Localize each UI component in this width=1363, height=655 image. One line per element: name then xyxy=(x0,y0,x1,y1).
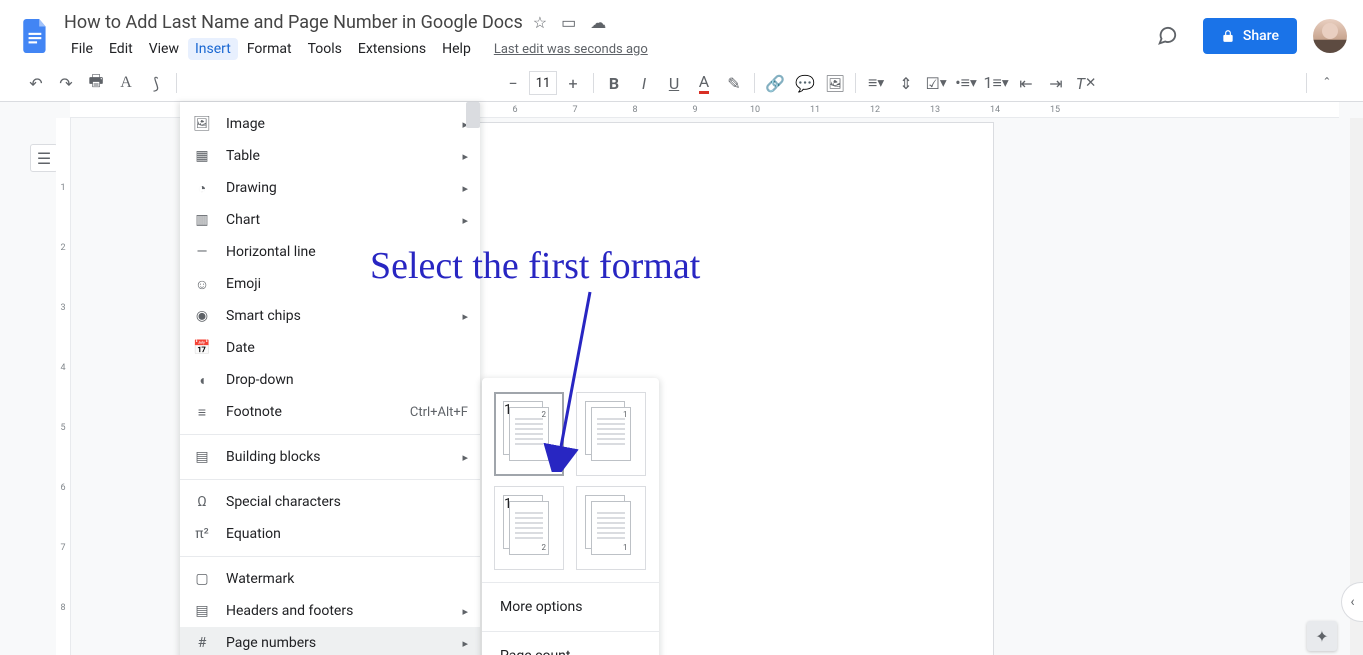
insert-horizontal-line[interactable]: —Horizontal line xyxy=(180,236,480,268)
star-icon[interactable]: ☆ xyxy=(533,13,547,32)
image-icon: 🖼 xyxy=(192,114,212,134)
docs-logo-icon[interactable] xyxy=(16,16,56,56)
insert-special-characters[interactable]: ΩSpecial characters xyxy=(180,486,480,518)
clear-format-button[interactable]: T✕ xyxy=(1072,69,1100,97)
font-size-input[interactable]: 11 xyxy=(529,71,557,95)
cloud-status-icon[interactable]: ☁ xyxy=(590,13,606,32)
spellcheck-button[interactable]: A xyxy=(112,69,140,97)
menu-help[interactable]: Help xyxy=(435,38,478,60)
menu-file[interactable]: File xyxy=(64,38,100,60)
move-icon[interactable]: ▭ xyxy=(561,13,576,32)
app-header: How to Add Last Name and Page Number in … xyxy=(0,0,1363,64)
insert-menu-dropdown: 🖼Image▸ ▦Table▸ ◔Drawing▸ ▥Chart▸ —Horiz… xyxy=(180,102,480,655)
insert-drawing[interactable]: ◔Drawing▸ xyxy=(180,172,480,204)
doc-title-input[interactable]: How to Add Last Name and Page Number in … xyxy=(64,12,523,33)
link-button[interactable]: 🔗 xyxy=(761,69,789,97)
page-numbers-submenu: 12 1 12 1 More options Page count xyxy=(482,378,659,655)
underline-button[interactable]: U xyxy=(660,69,688,97)
redo-button[interactable]: ↷ xyxy=(52,69,80,97)
menu-format[interactable]: Format xyxy=(240,38,299,60)
text-color-button[interactable]: A xyxy=(690,69,718,97)
insert-watermark[interactable]: ▢Watermark xyxy=(180,563,480,595)
avatar[interactable] xyxy=(1313,19,1347,53)
page-number-format-4[interactable]: 1 xyxy=(576,486,646,570)
menu-tools[interactable]: Tools xyxy=(301,38,349,60)
paint-format-button[interactable]: ⟆ xyxy=(142,69,170,97)
menu-edit[interactable]: Edit xyxy=(102,38,140,60)
font-size-plus[interactable]: + xyxy=(559,69,587,97)
header-right: Share xyxy=(1147,16,1347,56)
side-panel-toggle[interactable]: ‹ xyxy=(1341,582,1363,622)
highlight-button[interactable]: ✎ xyxy=(720,69,748,97)
numbered-list-button[interactable]: 1≡▾ xyxy=(982,69,1010,97)
insert-building-blocks[interactable]: ▤Building blocks▸ xyxy=(180,441,480,473)
outline-toggle-button[interactable]: ☰ xyxy=(30,144,58,172)
table-icon: ▦ xyxy=(192,146,212,166)
left-gutter: ☰ xyxy=(0,102,42,655)
italic-button[interactable]: I xyxy=(630,69,658,97)
insert-equation[interactable]: π²Equation xyxy=(180,518,480,550)
insert-page-numbers[interactable]: #Page numbers▸ xyxy=(180,627,480,655)
hr-icon: — xyxy=(192,242,212,262)
insert-headers-footers[interactable]: ▤Headers and footers▸ xyxy=(180,595,480,627)
insert-dropdown[interactable]: ◖Drop-down xyxy=(180,364,480,396)
insert-date[interactable]: 📅Date xyxy=(180,332,480,364)
page-numbers-more-options[interactable]: More options xyxy=(494,589,647,625)
menu-insert[interactable]: Insert xyxy=(188,38,238,60)
undo-button[interactable]: ↶ xyxy=(22,69,50,97)
menu-view[interactable]: View xyxy=(142,38,186,60)
print-button[interactable]: 🖶 xyxy=(82,69,110,97)
footnote-icon: ≡ xyxy=(192,402,212,422)
menu-extensions[interactable]: Extensions xyxy=(351,38,433,60)
menu-bar: File Edit View Insert Format Tools Exten… xyxy=(64,36,1147,62)
line-spacing-button[interactable]: ⇕ xyxy=(892,69,920,97)
bold-button[interactable]: B xyxy=(600,69,628,97)
emoji-icon: ☺ xyxy=(192,274,212,294)
drawing-icon: ◔ xyxy=(192,178,212,198)
checklist-button[interactable]: ☑▾ xyxy=(922,69,950,97)
image-button[interactable]: 🖼 xyxy=(821,69,849,97)
page-numbers-icon: # xyxy=(192,633,212,653)
insert-emoji[interactable]: ☺Emoji xyxy=(180,268,480,300)
bulleted-list-button[interactable]: •≡▾ xyxy=(952,69,980,97)
explore-button[interactable]: ✦ xyxy=(1307,621,1337,651)
smart-chips-icon: ◉ xyxy=(192,306,212,326)
page-number-format-2[interactable]: 1 xyxy=(576,392,646,476)
insert-image[interactable]: 🖼Image▸ xyxy=(180,108,480,140)
omega-icon: Ω xyxy=(192,492,212,512)
insert-smart-chips[interactable]: ◉Smart chips▸ xyxy=(180,300,480,332)
chart-icon: ▥ xyxy=(192,210,212,230)
indent-decrease-button[interactable]: ⇤ xyxy=(1012,69,1040,97)
insert-chart[interactable]: ▥Chart▸ xyxy=(180,204,480,236)
vertical-ruler[interactable]: 12345678 xyxy=(56,118,71,655)
headers-footers-icon: ▤ xyxy=(192,601,212,621)
equation-icon: π² xyxy=(192,524,212,544)
vertical-scrollbar[interactable] xyxy=(1350,118,1363,655)
comment-add-button[interactable]: 💬 xyxy=(791,69,819,97)
insert-table[interactable]: ▦Table▸ xyxy=(180,140,480,172)
page-numbers-page-count[interactable]: Page count xyxy=(494,638,647,655)
title-area: How to Add Last Name and Page Number in … xyxy=(64,10,1147,62)
dropdown-icon: ◖ xyxy=(192,370,212,390)
dropdown-scrollbar[interactable] xyxy=(466,102,480,128)
work-area: ☰ 456789101112131415 12345678 🖼Image▸ ▦T… xyxy=(0,102,1363,655)
share-button[interactable]: Share xyxy=(1203,18,1297,54)
toolbar: ↶ ↷ 🖶 A ⟆ − 11 + B I U A ✎ 🔗 💬 🖼 ≡▾ ⇕ ☑▾… xyxy=(0,64,1363,102)
page-number-format-1[interactable]: 12 xyxy=(494,392,564,476)
collapse-toolbar-button[interactable]: ˆ xyxy=(1313,69,1341,97)
align-button[interactable]: ≡▾ xyxy=(862,69,890,97)
insert-footnote[interactable]: ≡FootnoteCtrl+Alt+F xyxy=(180,396,480,428)
watermark-icon: ▢ xyxy=(192,569,212,589)
lock-icon xyxy=(1221,29,1235,43)
font-size-minus[interactable]: − xyxy=(499,69,527,97)
comments-button[interactable] xyxy=(1147,16,1187,56)
last-edit-link[interactable]: Last edit was seconds ago xyxy=(494,42,648,57)
building-blocks-icon: ▤ xyxy=(192,447,212,467)
date-icon: 📅 xyxy=(192,338,212,358)
page-number-format-3[interactable]: 12 xyxy=(494,486,564,570)
share-label: Share xyxy=(1243,28,1279,44)
indent-increase-button[interactable]: ⇥ xyxy=(1042,69,1070,97)
